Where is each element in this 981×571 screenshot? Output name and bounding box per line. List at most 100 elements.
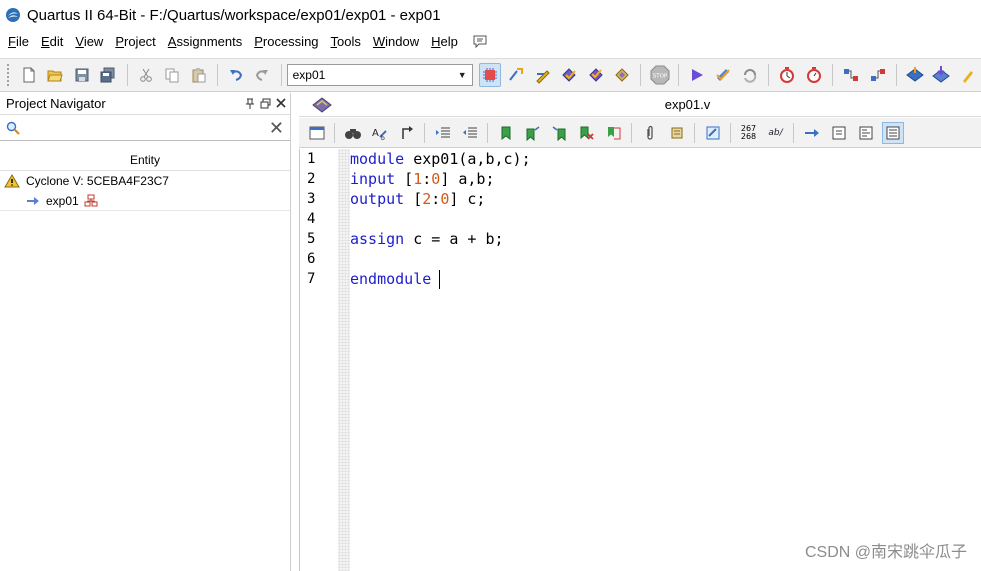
create-symbol-button[interactable] [702,122,724,144]
bookmark-next-button[interactable] [522,122,544,144]
pin-planner-button[interactable] [505,63,527,87]
fold-margin[interactable] [338,149,350,571]
code-editor[interactable]: module exp01(a,b,c); input [1:0] a,b; ou… [350,149,981,571]
toolbar-grip[interactable] [6,63,10,87]
save-all-button[interactable] [97,63,119,87]
analysis-elaboration-button[interactable] [558,63,580,87]
start-compilation-button[interactable] [686,63,708,87]
arrow-right-icon [27,196,39,205]
find-button[interactable] [342,122,364,144]
syntax-icon: ab/ [768,127,783,138]
document-view-icon [886,126,899,139]
search-bar[interactable]: ✕ [0,115,290,141]
menu-project[interactable]: Project [109,30,161,54]
start-analysis-button[interactable] [712,63,734,87]
code-line[interactable] [350,249,981,269]
new-file-button[interactable] [18,63,40,87]
device-tree-item[interactable]: Cyclone V: 5CEBA4F23C7 [0,171,290,191]
clear-search-icon[interactable]: ✕ [269,119,284,137]
download-device-button[interactable] [930,63,952,87]
code-line[interactable]: output [2:0] c; [350,189,981,209]
undo-button[interactable] [225,63,247,87]
find-replace-button[interactable]: Ab [369,122,391,144]
bookmark-list-button[interactable] [603,122,625,144]
keyword: assign [350,230,405,248]
programmer-button[interactable] [904,63,926,87]
close-icon[interactable] [276,97,286,108]
save-button[interactable] [71,63,93,87]
toolbar-separator [334,122,335,143]
entity-label: exp01 [46,193,79,208]
code-line[interactable]: assign c = a + b; [350,229,981,249]
timequest-button[interactable] [803,63,825,87]
number-literal: 1 [413,170,423,188]
search-icon [6,121,20,135]
toolbar-separator [487,122,488,143]
paste-button[interactable] [187,63,209,87]
chevron-down-icon: ▼ [457,70,467,80]
code-line[interactable] [350,209,981,229]
goto-line-button[interactable] [396,122,418,144]
comment-button[interactable] [828,122,850,144]
pin-icon[interactable] [245,98,255,110]
toolbar-separator [677,64,679,86]
toggle-view-button[interactable] [881,121,904,144]
chip-planner-button[interactable] [478,63,502,87]
copy-button[interactable] [161,63,183,87]
float-window-icon[interactable] [260,98,271,109]
io-assignment-analysis-button[interactable] [611,63,633,87]
recycle-icon [743,69,757,83]
assignment-editor-button[interactable] [532,63,554,87]
cut-button[interactable] [134,63,156,87]
open-folder-icon [47,70,64,82]
bookmark-prev-button[interactable] [549,122,571,144]
revision-select[interactable]: exp01 ▼ [286,64,473,86]
whats-this-help-icon[interactable] [472,34,488,50]
project-navigator-header: Project Navigator [0,93,290,115]
line-number: 5 [307,231,316,247]
entity-column-header[interactable]: Entity [0,149,290,171]
redo-button[interactable] [251,63,273,87]
increase-indent-button[interactable] [432,122,454,144]
bookmark-delete-icon [580,126,594,140]
timing-analyzer-button[interactable] [776,63,798,87]
line-number: 2 [307,171,316,187]
collapse-button[interactable] [495,122,517,144]
code-line[interactable]: input [1:0] a,b; [350,169,981,189]
redo-icon [256,70,269,81]
uncomment-button[interactable] [855,122,877,144]
state-machine-viewer-button[interactable] [866,63,888,87]
line-numbers-button[interactable]: 267 268 [738,122,760,144]
window-icon [309,126,324,139]
menu-assignments[interactable]: Assignments [162,30,248,54]
code-line[interactable]: endmodule [350,269,981,289]
menu-file[interactable]: File [2,30,35,54]
open-file-button[interactable] [44,63,66,87]
syntax-colors-button[interactable]: ab/ [765,122,787,144]
menu-processing[interactable]: Processing [248,30,324,54]
editor-window-button[interactable] [306,122,328,144]
menu-window[interactable]: Window [367,30,425,54]
rtl-viewer-button[interactable] [739,63,761,87]
menu-view[interactable]: View [69,30,109,54]
play-icon [692,69,703,81]
bookmark-delete-button[interactable] [576,122,598,144]
line-number: 3 [307,191,316,207]
stop-processing-button[interactable]: STOP [648,63,670,87]
menu-edit[interactable]: Edit [35,30,69,54]
menu-tools[interactable]: Tools [325,30,367,54]
netlist-viewer-button[interactable] [840,63,862,87]
more-tools-button[interactable] [957,63,979,87]
menu-help[interactable]: Help [425,30,464,54]
analysis-synthesis-button[interactable] [585,63,607,87]
decrease-indent-button[interactable] [459,122,481,144]
warning-icon [4,174,20,188]
insert-template-button[interactable] [639,122,661,144]
line-number: 6 [307,251,316,267]
insert-file-button[interactable] [666,122,688,144]
toolbar-separator [640,64,642,86]
code-line[interactable]: module exp01(a,b,c); [350,149,981,169]
entity-tree-item[interactable]: exp01 [0,191,290,211]
toolbar-separator [216,64,218,86]
move-right-button[interactable] [801,122,823,144]
